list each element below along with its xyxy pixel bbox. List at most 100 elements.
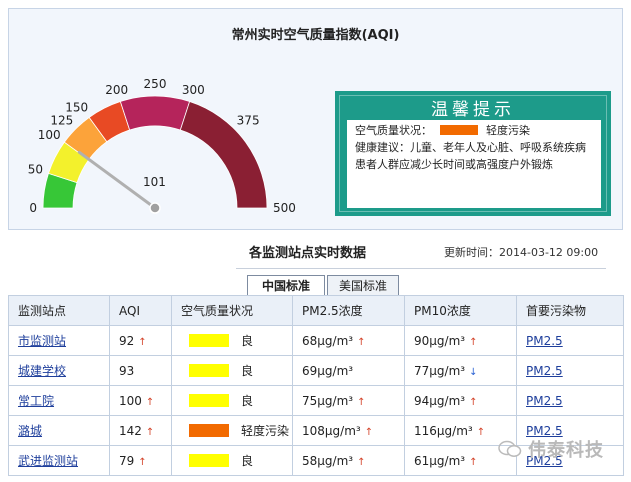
table-row: 常工院 100 ↑ 良 75μg/m³ ↑ 94μg/m³ ↑ PM2.5 [8, 385, 624, 416]
gauge-scale-label: 0 [29, 201, 37, 215]
wechat-icon [498, 440, 522, 457]
quality-level: 轻度污染 [241, 424, 290, 438]
cell-station[interactable]: 武进监测站 [8, 445, 110, 476]
quality-swatch [189, 364, 229, 377]
header-station: 监测站点 [8, 295, 110, 326]
cell-station[interactable]: 常工院 [8, 385, 110, 416]
pollutant-link[interactable]: PM2.5 [526, 364, 563, 378]
aqi-trend-up-icon: ↑ [138, 336, 147, 348]
gauge-scale-label: 300 [182, 83, 205, 97]
quality-swatch [189, 424, 229, 437]
tip-advice-row: 健康建议：儿童、老年人及心脏、呼吸系统疾病患者人群应减少长时间或高强度户外锻炼 [355, 139, 593, 173]
pm25-value: 69μg/m³ [302, 363, 354, 378]
aqi-value: 92 [119, 333, 135, 348]
station-link[interactable]: 市监测站 [18, 334, 66, 348]
cell-pm10: 90μg/m³ ↑ [404, 325, 517, 356]
quality-level: 良 [241, 454, 254, 468]
cell-aqi: 92 ↑ [109, 325, 172, 356]
aqi-trend-up-icon: ↑ [138, 456, 147, 468]
pm10-value: 94μg/m³ [414, 393, 466, 408]
section-divider [236, 268, 606, 269]
gauge-needle-hub [149, 202, 161, 214]
cell-pollutant[interactable]: PM2.5 [516, 325, 624, 356]
pm10-value: 90μg/m³ [414, 333, 466, 348]
pm10-trend-up-icon: ↑ [469, 336, 478, 348]
cell-pm25: 108μg/m³ ↑ [292, 415, 405, 446]
tip-box: 温馨提示 空气质量状况： 轻度污染 健康建议：儿童、老年人及心脏、呼吸系统疾病患者… [335, 91, 611, 216]
cell-station[interactable]: 潞城 [8, 415, 110, 446]
aqi-value: 79 [119, 453, 135, 468]
cell-quality: 良 [171, 355, 293, 386]
watermark-text: 伟泰科技 [528, 440, 604, 461]
header-aqi: AQI [109, 295, 172, 326]
section-title: 各监测站点实时数据 [249, 246, 367, 261]
quality-level: 良 [241, 334, 254, 348]
station-link[interactable]: 城建学校 [18, 364, 66, 378]
aqi-value: 93 [119, 363, 135, 378]
station-link[interactable]: 常工院 [18, 394, 54, 408]
header-pm25: PM2.5浓度 [292, 295, 405, 326]
cell-pm25: 75μg/m³ ↑ [292, 385, 405, 416]
pm10-value: 61μg/m³ [414, 453, 466, 468]
aqi-trend-up-icon: ↑ [145, 426, 155, 438]
aqi-trend-up-icon: ↑ [145, 396, 155, 408]
tip-title: 温馨提示 [431, 100, 515, 120]
cell-pm25: 69μg/m³ [292, 355, 405, 386]
gauge-scale-label: 150 [65, 101, 88, 115]
tab-us-standard[interactable]: 美国标准 [327, 275, 399, 295]
pm10-trend-up-icon: ↑ [476, 426, 486, 438]
cell-aqi: 93 [109, 355, 172, 386]
pollutant-link[interactable]: PM2.5 [526, 394, 563, 408]
pm10-trend-up-icon: ↑ [469, 396, 478, 408]
pm10-trend-down-icon: ↓ [469, 366, 478, 378]
pm25-trend-up-icon: ↑ [357, 396, 366, 408]
quality-level: 良 [241, 364, 254, 378]
gauge-scale-label: 200 [105, 83, 128, 97]
header-pollutant: 首要污染物 [516, 295, 624, 326]
aqi-value: 142 [119, 423, 142, 438]
gauge-scale-label: 375 [237, 113, 260, 127]
cell-pm10: 94μg/m³ ↑ [404, 385, 517, 416]
cell-pm10: 77μg/m³ ↓ [404, 355, 517, 386]
cell-aqi: 79 ↑ [109, 445, 172, 476]
table-header-row: 监测站点 AQI 空气质量状况 PM2.5浓度 PM10浓度 首要污染物 [8, 295, 624, 326]
cell-station[interactable]: 市监测站 [8, 325, 110, 356]
aqi-value: 100 [119, 393, 142, 408]
gauge-scale-label: 250 [144, 77, 167, 91]
pm25-trend-up-icon: ↑ [357, 456, 366, 468]
station-link[interactable]: 武进监测站 [18, 454, 78, 468]
pm10-trend-up-icon: ↑ [469, 456, 478, 468]
pm25-value: 68μg/m³ [302, 333, 354, 348]
table-row: 城建学校 93 良 69μg/m³ 77μg/m³ ↓ PM2.5 [8, 355, 624, 386]
cell-station[interactable]: 城建学校 [8, 355, 110, 386]
gauge-value-label: 101 [143, 175, 166, 189]
cell-quality: 轻度污染 [171, 415, 293, 446]
pm10-value: 77μg/m³ [414, 363, 466, 378]
quality-swatch [189, 334, 229, 347]
cell-quality: 良 [171, 385, 293, 416]
cell-aqi: 142 ↑ [109, 415, 172, 446]
cell-pm25: 58μg/m³ ↑ [292, 445, 405, 476]
tip-quality-swatch [440, 125, 478, 135]
pollutant-link[interactable]: PM2.5 [526, 334, 563, 348]
cell-pollutant[interactable]: PM2.5 [516, 385, 624, 416]
update-time: 更新时间：2014-03-12 09:00 [444, 246, 599, 259]
pm25-value: 108μg/m³ [302, 423, 361, 438]
tip-content: 空气质量状况： 轻度污染 健康建议：儿童、老年人及心脏、呼吸系统疾病患者人群应减少… [347, 120, 601, 208]
tab-china-standard[interactable]: 中国标准 [247, 275, 325, 295]
gauge-scale-label: 50 [28, 163, 43, 177]
cell-pollutant[interactable]: PM2.5 [516, 355, 624, 386]
cell-quality: 良 [171, 325, 293, 356]
pm25-trend-up-icon: ↑ [357, 336, 366, 348]
gauge-scale-label: 500 [273, 201, 296, 215]
cell-aqi: 100 ↑ [109, 385, 172, 416]
quality-swatch [189, 454, 229, 467]
cell-pm25: 68μg/m³ ↑ [292, 325, 405, 356]
quality-level: 良 [241, 394, 254, 408]
station-link[interactable]: 潞城 [18, 424, 42, 438]
pm25-value: 75μg/m³ [302, 393, 354, 408]
tip-quality-label: 空气质量状况： [355, 124, 432, 137]
pm25-trend-up-icon: ↑ [364, 426, 374, 438]
tip-quality-text: 轻度污染 [486, 124, 530, 137]
tip-quality-row: 空气质量状况： 轻度污染 [355, 122, 593, 139]
